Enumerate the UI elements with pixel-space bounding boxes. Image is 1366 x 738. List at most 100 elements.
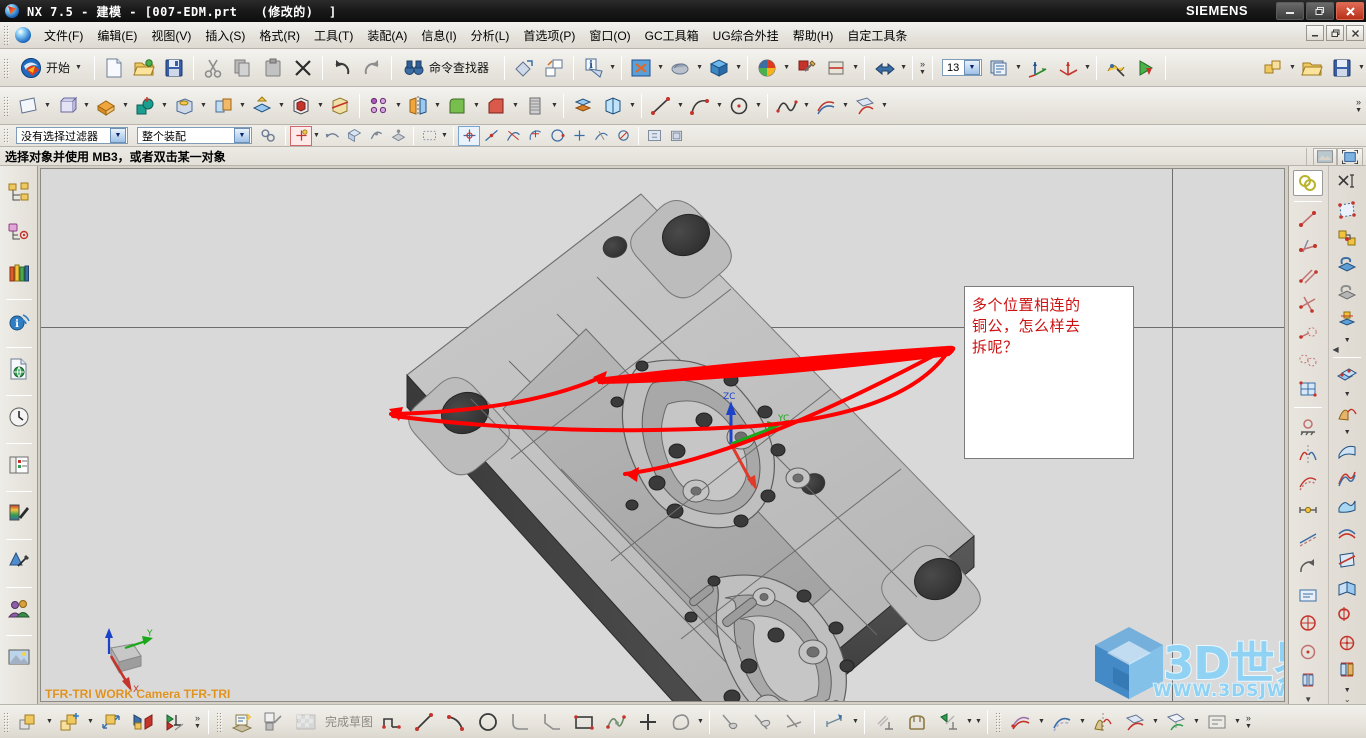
shaded-view-chevron-down-icon[interactable]: ▼ [734,54,743,82]
fit-view-button[interactable] [627,54,655,82]
intersection-curve-chevron-down-icon[interactable]: ▼ [1151,708,1160,736]
sketch-on-plane-button[interactable] [259,707,289,737]
pattern-feature-chevron-down-icon[interactable]: ▼ [1343,390,1352,400]
snap-bounding-box-button[interactable] [665,126,687,146]
sketch-in-task-button[interactable] [227,707,257,737]
sketch-plane-icon[interactable] [1332,198,1362,224]
auto-constrain-button[interactable] [902,707,932,737]
studio-spline-sketch-button[interactable] [601,707,631,737]
zoom-view-button[interactable] [666,54,694,82]
work-layer-combo[interactable]: 13 ▼ [941,59,982,76]
system-textures-icon[interactable] [4,640,34,674]
shaded-view-button[interactable] [705,54,733,82]
menu-edit[interactable]: 编辑(E) [90,24,144,47]
sketch-reattach-icon[interactable] [1332,225,1362,251]
mirror-chevron-down-icon[interactable]: ▼ [433,92,442,120]
menu-insert[interactable]: 插入(S) [198,24,252,47]
snap-quadrant-button[interactable] [546,126,568,146]
sync-modeling-button[interactable] [599,92,627,120]
mirror-feature-icon[interactable] [1332,400,1362,426]
create-sketch-icon[interactable] [1332,253,1362,279]
convert-reference-icon[interactable] [1293,525,1323,551]
draft-button[interactable] [248,92,276,120]
copy-button[interactable] [229,54,257,82]
create-array-button[interactable] [96,707,126,737]
point-on-face-button[interactable] [387,126,409,146]
sketch-more-chevron-down-icon[interactable]: ▼ [1233,708,1242,736]
sew-icon[interactable] [1332,575,1362,601]
hole-button[interactable] [170,92,198,120]
start-menu-button[interactable]: 开始 ▼ [14,54,89,82]
revolve-chevron-down-icon[interactable]: ▼ [121,92,130,120]
boolean-chevron-down-icon[interactable]: ▼ [316,92,325,120]
polygon-chevron-down-icon[interactable]: ▼ [696,708,705,736]
point-on-curve-button[interactable] [365,126,387,146]
command-finder-button[interactable]: 命令查找器 [397,54,499,82]
boolean-unite-button[interactable] [287,92,315,120]
dock-scroll-left-icon[interactable]: ◀ [1329,345,1339,354]
constraints-more-chevron-icon[interactable]: ▼ [974,708,983,736]
redo-button[interactable] [358,54,386,82]
chamfer-sketch-button[interactable] [537,707,567,737]
sketch-more-button[interactable] [1202,707,1232,737]
display-sketch-constraints-icon[interactable] [1293,610,1323,636]
snap-cursor-location-button[interactable] [643,126,665,146]
snap-point-on-curve-button[interactable] [590,126,612,146]
system-materials-icon[interactable] [4,496,34,530]
pattern-feature-button[interactable] [365,92,393,120]
analysis-tool-button[interactable] [1102,54,1130,82]
simple-hole-chevron-down-icon[interactable]: ▼ [1343,685,1352,695]
layer-settings-button[interactable] [985,54,1013,82]
child-maximize-button[interactable] [1326,25,1344,41]
zoom-view-chevron-down-icon[interactable]: ▼ [695,54,704,82]
show-constraints-icon[interactable] [1293,582,1323,608]
part-navigator-icon[interactable] [4,216,34,250]
geometry-color-chevron-down-icon[interactable]: ▼ [782,54,791,82]
layer-settings-chevron-down-icon[interactable]: ▼ [1014,54,1023,82]
studio-spline-button[interactable] [773,92,801,120]
selection-filter-combo[interactable]: 没有选择过滤器 ▼ [16,127,128,144]
information-button[interactable]: i [579,54,607,82]
toolbar-grip-standard[interactable] [3,57,10,78]
select-general-button[interactable] [257,126,281,146]
swept-icon[interactable] [1332,437,1362,463]
new-component-chevron-down-icon[interactable]: ▼ [86,708,95,736]
save-file-button[interactable] [160,54,188,82]
snap-point-on-face-button[interactable] [612,126,634,146]
intersection-curve-button[interactable] [851,92,879,120]
maximize-button[interactable] [1306,2,1334,20]
assembly-navigator-icon[interactable] [4,176,34,210]
snap-endpoint-button[interactable] [458,125,480,146]
open-file-button[interactable] [130,54,158,82]
geometry-color-button[interactable] [753,54,781,82]
selection-scope-chevron-down-icon[interactable]: ▼ [234,128,250,143]
toolbar-grip-bottom-2[interactable] [215,711,223,732]
menu-window[interactable]: 窗口(O) [582,24,637,47]
curve-arc-button[interactable] [686,92,714,120]
trim-sheet-icon[interactable] [1332,547,1362,573]
mirror-feature-button[interactable] [404,92,432,120]
measure-angle-icon[interactable] [1332,630,1362,656]
reverse-direction-button[interactable] [321,126,343,146]
surface-icon[interactable] [1332,492,1362,518]
annotation-note-box[interactable]: 多个位置相连的 铜公，怎么样去 拆呢？ [964,286,1134,459]
play-tool-button[interactable] [1132,54,1160,82]
perpendicular-constraint-icon[interactable] [1293,291,1323,317]
quick-dimension-chevron-down-icon[interactable]: ▼ [851,708,860,736]
menu-tools[interactable]: 工具(T) [307,24,360,47]
fix-constraint-icon[interactable] [1293,412,1323,438]
save-all-chevron-down-icon[interactable]: ▼ [1357,54,1366,82]
assembly-chevron-down-icon[interactable]: ▼ [1288,54,1297,82]
coincident-constraint-icon[interactable] [1293,170,1324,197]
toolbar-overflow-chevron-icon[interactable]: » ▼ [917,53,928,83]
bottom-toolbar-overflow-icon[interactable]: » ▼ [1242,707,1255,737]
menu-format[interactable]: 格式(R) [252,24,307,47]
extrude-button[interactable] [53,92,81,120]
derived-curve-button[interactable] [812,92,840,120]
curve-circle-chevron-down-icon[interactable]: ▼ [754,92,763,120]
intersection-curve-sketch-button[interactable] [1120,707,1150,737]
show-constraints-button[interactable] [934,707,964,737]
offset-sketch-chevron-down-icon[interactable]: ▼ [1078,708,1087,736]
toolbar-grip-feature[interactable] [3,95,10,116]
snap-midpoint-button[interactable] [480,126,502,146]
